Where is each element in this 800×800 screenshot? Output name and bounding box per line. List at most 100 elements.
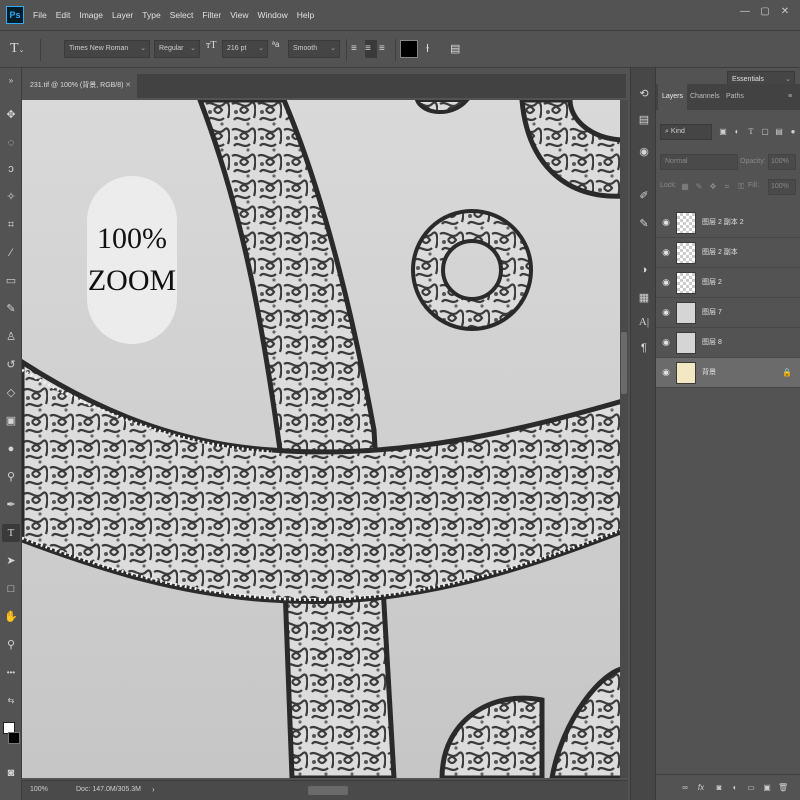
layer-row[interactable]: ◉ 图层 8: [656, 328, 800, 358]
adjustment-layer-icon[interactable]: ◐: [730, 783, 740, 793]
menu-edit[interactable]: Edit: [56, 10, 71, 20]
new-layer-icon[interactable]: ▣: [762, 783, 772, 793]
pen-tool-icon[interactable]: ✒: [2, 496, 20, 514]
history-panel-icon[interactable]: ⟲: [636, 86, 652, 102]
adjustments-panel-icon[interactable]: ◑: [636, 262, 652, 278]
new-group-icon[interactable]: ▭: [746, 783, 756, 793]
marquee-tool-icon[interactable]: ◌: [2, 134, 20, 152]
tab-channels[interactable]: Channels: [686, 84, 724, 110]
align-right-icon[interactable]: ≡: [379, 40, 391, 58]
quick-selection-icon[interactable]: ✧: [2, 188, 20, 206]
add-mask-icon[interactable]: ◙: [714, 783, 724, 793]
layer-row[interactable]: ◉ 图层 2 副本 2: [656, 208, 800, 238]
opacity-input[interactable]: 100%: [768, 154, 796, 170]
maximize-button[interactable]: ▢: [758, 6, 772, 18]
menu-window[interactable]: Window: [257, 10, 287, 20]
visibility-eye-icon[interactable]: ◉: [661, 247, 671, 257]
visibility-eye-icon[interactable]: ◉: [661, 367, 671, 377]
filter-shape-icon[interactable]: ▢: [760, 127, 770, 137]
zoom-tool-icon[interactable]: ⚲: [2, 636, 20, 654]
path-selection-icon[interactable]: ➤: [2, 552, 20, 570]
lock-all-icon[interactable]: ⚿: [736, 182, 746, 192]
filter-toggle-icon[interactable]: ●: [788, 127, 798, 137]
swap-colors-icon[interactable]: ⇆: [2, 692, 20, 710]
text-color-swatch[interactable]: [400, 40, 418, 58]
orientation-toggle-icon[interactable]: [46, 40, 50, 58]
eraser-tool-icon[interactable]: ◇: [2, 384, 20, 402]
properties-panel-icon[interactable]: ▤: [636, 112, 652, 128]
visibility-eye-icon[interactable]: ◉: [661, 337, 671, 347]
vertical-scroll-thumb[interactable]: [621, 332, 627, 394]
document-tab[interactable]: 231.tif @ 100% (背景, RGB/8) ✕: [22, 74, 137, 98]
layer-row[interactable]: ◉ 背景 🔒: [656, 358, 800, 388]
align-center-icon[interactable]: ≡: [365, 40, 377, 58]
panel-collapse-icon[interactable]: »: [2, 72, 20, 90]
filter-smart-object-icon[interactable]: ▤: [774, 127, 784, 137]
vertical-scrollbar[interactable]: [620, 100, 628, 778]
close-button[interactable]: ✕: [778, 6, 792, 18]
move-tool-icon[interactable]: ✥: [2, 106, 20, 124]
fill-input[interactable]: 100%: [768, 179, 796, 195]
antialias-select[interactable]: Smooth ⌄: [288, 40, 340, 58]
lock-position-icon[interactable]: ✥: [708, 182, 718, 192]
styles-panel-icon[interactable]: ▦: [636, 290, 652, 306]
filter-type-icon[interactable]: T: [746, 127, 756, 137]
layer-filter-select[interactable]: ⌕ Kind: [660, 124, 712, 140]
menu-file[interactable]: File: [33, 10, 47, 20]
lock-transparent-icon[interactable]: ▦: [680, 182, 690, 192]
tab-layers[interactable]: Layers: [658, 84, 688, 110]
menu-image[interactable]: Image: [79, 10, 103, 20]
hand-tool-icon[interactable]: ✋: [2, 608, 20, 626]
font-family-select[interactable]: Times New Roman ⌄: [64, 40, 150, 58]
menu-layer[interactable]: Layer: [112, 10, 133, 20]
menu-filter[interactable]: Filter: [202, 10, 221, 20]
close-tab-icon[interactable]: ✕: [125, 74, 131, 98]
brush-tool-icon[interactable]: ✎: [2, 300, 20, 318]
quick-mask-icon[interactable]: ◙: [2, 764, 20, 782]
rectangle-tool-icon[interactable]: □: [2, 580, 20, 598]
font-size-select[interactable]: 216 pt ⌄: [222, 40, 268, 58]
lasso-tool-icon[interactable]: ↄ: [2, 160, 20, 178]
layer-row[interactable]: ◉ 图层 2: [656, 268, 800, 298]
clone-stamp-icon[interactable]: ♙: [2, 328, 20, 346]
tab-paths[interactable]: Paths: [722, 84, 748, 110]
color-panel-icon[interactable]: ◉: [636, 144, 652, 160]
layer-row[interactable]: ◉ 图层 2 副本: [656, 238, 800, 268]
status-menu-icon[interactable]: ›: [152, 785, 155, 794]
filter-adjustment-icon[interactable]: ◐: [732, 127, 742, 137]
paragraph-panel-icon[interactable]: ¶: [636, 340, 652, 356]
gradient-tool-icon[interactable]: ▣: [2, 412, 20, 430]
minimize-button[interactable]: —: [738, 6, 752, 18]
lock-artboard-icon[interactable]: ⌗: [722, 182, 732, 192]
layer-row[interactable]: ◉ 图层 7: [656, 298, 800, 328]
blend-mode-select[interactable]: Normal: [660, 154, 738, 170]
horizontal-scroll-thumb[interactable]: [308, 786, 348, 795]
brush-panel-icon[interactable]: ✎: [636, 216, 652, 232]
menu-view[interactable]: View: [230, 10, 248, 20]
font-style-select[interactable]: Regular ⌄: [154, 40, 200, 58]
document-canvas[interactable]: 100% ZOOM: [22, 100, 626, 778]
healing-brush-icon[interactable]: ▭: [2, 272, 20, 290]
lock-image-icon[interactable]: ✎: [694, 182, 704, 192]
menu-help[interactable]: Help: [297, 10, 314, 20]
dodge-tool-icon[interactable]: ⚲: [2, 468, 20, 486]
menu-select[interactable]: Select: [170, 10, 194, 20]
blur-tool-icon[interactable]: ●: [2, 440, 20, 458]
status-zoom[interactable]: 100%: [30, 786, 48, 793]
visibility-eye-icon[interactable]: ◉: [661, 217, 671, 227]
type-tool-icon[interactable]: T⌄: [10, 40, 36, 58]
type-tool-icon[interactable]: T: [2, 524, 20, 542]
warp-text-icon[interactable]: Ɨ: [426, 40, 438, 58]
lock-icon[interactable]: 🔒: [782, 368, 792, 378]
character-panel-icon[interactable]: ▤: [450, 40, 462, 58]
brush-presets-icon[interactable]: ✐: [636, 188, 652, 204]
visibility-eye-icon[interactable]: ◉: [661, 307, 671, 317]
character-panel-icon[interactable]: A|: [636, 314, 652, 330]
align-left-icon[interactable]: ≡: [351, 40, 363, 58]
history-brush-icon[interactable]: ↺: [2, 356, 20, 374]
more-tools-icon[interactable]: •••: [2, 664, 20, 682]
background-color-swatch[interactable]: [8, 732, 20, 744]
eyedropper-tool-icon[interactable]: ⁄: [2, 244, 20, 262]
layer-style-icon[interactable]: fx: [696, 783, 706, 793]
visibility-eye-icon[interactable]: ◉: [661, 277, 671, 287]
